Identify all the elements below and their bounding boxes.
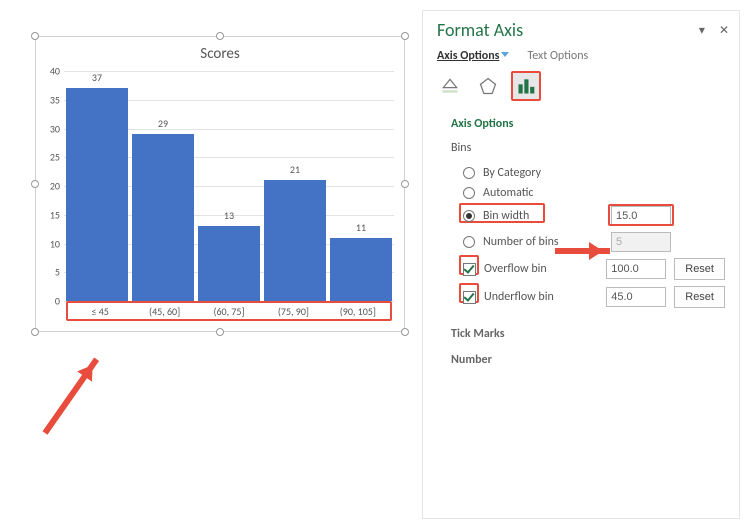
y-tick-label: 15 — [40, 208, 60, 221]
option-bin-width[interactable]: Bin width — [423, 203, 739, 229]
disclosure-triangle-icon — [437, 356, 445, 364]
resize-handle[interactable] — [216, 32, 224, 40]
section-tick-marks[interactable]: Tick Marks — [423, 321, 739, 347]
radio-icon[interactable] — [463, 210, 475, 222]
bar[interactable] — [66, 88, 128, 301]
bar-value-label: 11 — [356, 221, 366, 234]
bar-value-label: 37 — [92, 71, 102, 84]
bar[interactable] — [198, 226, 260, 301]
y-tick-label: 40 — [40, 65, 60, 78]
resize-handle[interactable] — [401, 32, 409, 40]
chart-title[interactable]: Scores — [36, 37, 404, 63]
bar[interactable] — [264, 180, 326, 301]
resize-handle[interactable] — [401, 328, 409, 336]
radio-icon[interactable] — [463, 167, 475, 179]
fill-line-icon[interactable] — [435, 71, 465, 101]
y-tick-label: 35 — [40, 93, 60, 106]
underflow-bin-input[interactable] — [606, 287, 666, 307]
panel-close-icon[interactable]: ✕ — [719, 23, 729, 38]
reset-underflow-button[interactable]: Reset — [674, 286, 725, 308]
chevron-down-icon — [501, 52, 509, 61]
resize-handle[interactable] — [31, 180, 39, 188]
chart-x-axis[interactable]: ≤ 45(45, 60](60, 75](75, 90](90, 105] — [66, 301, 392, 321]
format-axis-panel: Format Axis ▾ ✕ Axis Options Text Option… — [422, 10, 740, 519]
option-underflow-bin[interactable]: Underflow bin Reset — [423, 283, 739, 311]
tab-text-options[interactable]: Text Options — [527, 49, 588, 63]
bar-value-label: 13 — [224, 209, 234, 222]
x-tick-label[interactable]: ≤ 45 — [68, 303, 132, 319]
radio-icon[interactable] — [463, 236, 475, 248]
y-tick-label: 10 — [40, 237, 60, 250]
resize-handle[interactable] — [401, 180, 409, 188]
annotation-arrow — [43, 358, 100, 435]
section-axis-options[interactable]: Axis Options — [423, 111, 739, 137]
resize-handle[interactable] — [31, 32, 39, 40]
bar[interactable] — [330, 238, 392, 301]
y-tick-label: 0 — [40, 295, 60, 308]
y-tick-label: 30 — [40, 122, 60, 135]
y-tick-label: 5 — [40, 266, 60, 279]
bin-width-input[interactable] — [611, 206, 671, 226]
reset-overflow-button[interactable]: Reset — [674, 258, 725, 280]
axis-options-icon[interactable] — [511, 71, 541, 101]
section-number[interactable]: Number — [423, 347, 739, 373]
bar[interactable] — [132, 134, 194, 301]
resize-handle[interactable] — [216, 328, 224, 336]
bar-value-label: 21 — [290, 163, 300, 176]
option-by-category[interactable]: By Category — [423, 163, 739, 183]
x-tick-label[interactable]: (75, 90] — [261, 303, 325, 319]
panel-header: Format Axis ▾ ✕ — [423, 11, 739, 45]
chart-container[interactable]: Scores 0 5 10 15 20 25 30 35 40 37 29 13 21 11 ≤ 45(4… — [35, 36, 405, 332]
panel-menu-icon[interactable]: ▾ — [699, 23, 705, 38]
checkbox-icon[interactable] — [463, 291, 476, 304]
overflow-bin-input[interactable] — [606, 259, 666, 279]
disclosure-triangle-icon — [437, 122, 445, 130]
checkbox-icon[interactable] — [463, 263, 476, 276]
option-automatic[interactable]: Automatic — [423, 183, 739, 203]
y-tick-label: 25 — [40, 151, 60, 164]
resize-handle[interactable] — [31, 328, 39, 336]
bins-label: Bins — [423, 137, 739, 163]
x-tick-label[interactable]: (45, 60] — [132, 303, 196, 319]
y-tick-label: 20 — [40, 180, 60, 193]
option-overflow-bin[interactable]: Overflow bin Reset — [423, 255, 739, 283]
panel-title: Format Axis — [437, 19, 523, 41]
x-tick-label[interactable]: (90, 105] — [326, 303, 390, 319]
number-of-bins-input — [611, 232, 671, 252]
radio-icon[interactable] — [463, 187, 475, 199]
tab-axis-options[interactable]: Axis Options — [437, 49, 509, 63]
panel-tabs: Axis Options Text Options — [423, 45, 739, 71]
bar-value-label: 29 — [158, 117, 168, 130]
effects-icon[interactable] — [473, 71, 503, 101]
chart-plot-area: 05101520253035403729132111 — [64, 71, 394, 301]
disclosure-triangle-icon — [437, 330, 445, 338]
annotation-arrow — [555, 248, 610, 254]
panel-icon-row — [423, 71, 739, 111]
x-tick-label[interactable]: (60, 75] — [197, 303, 261, 319]
